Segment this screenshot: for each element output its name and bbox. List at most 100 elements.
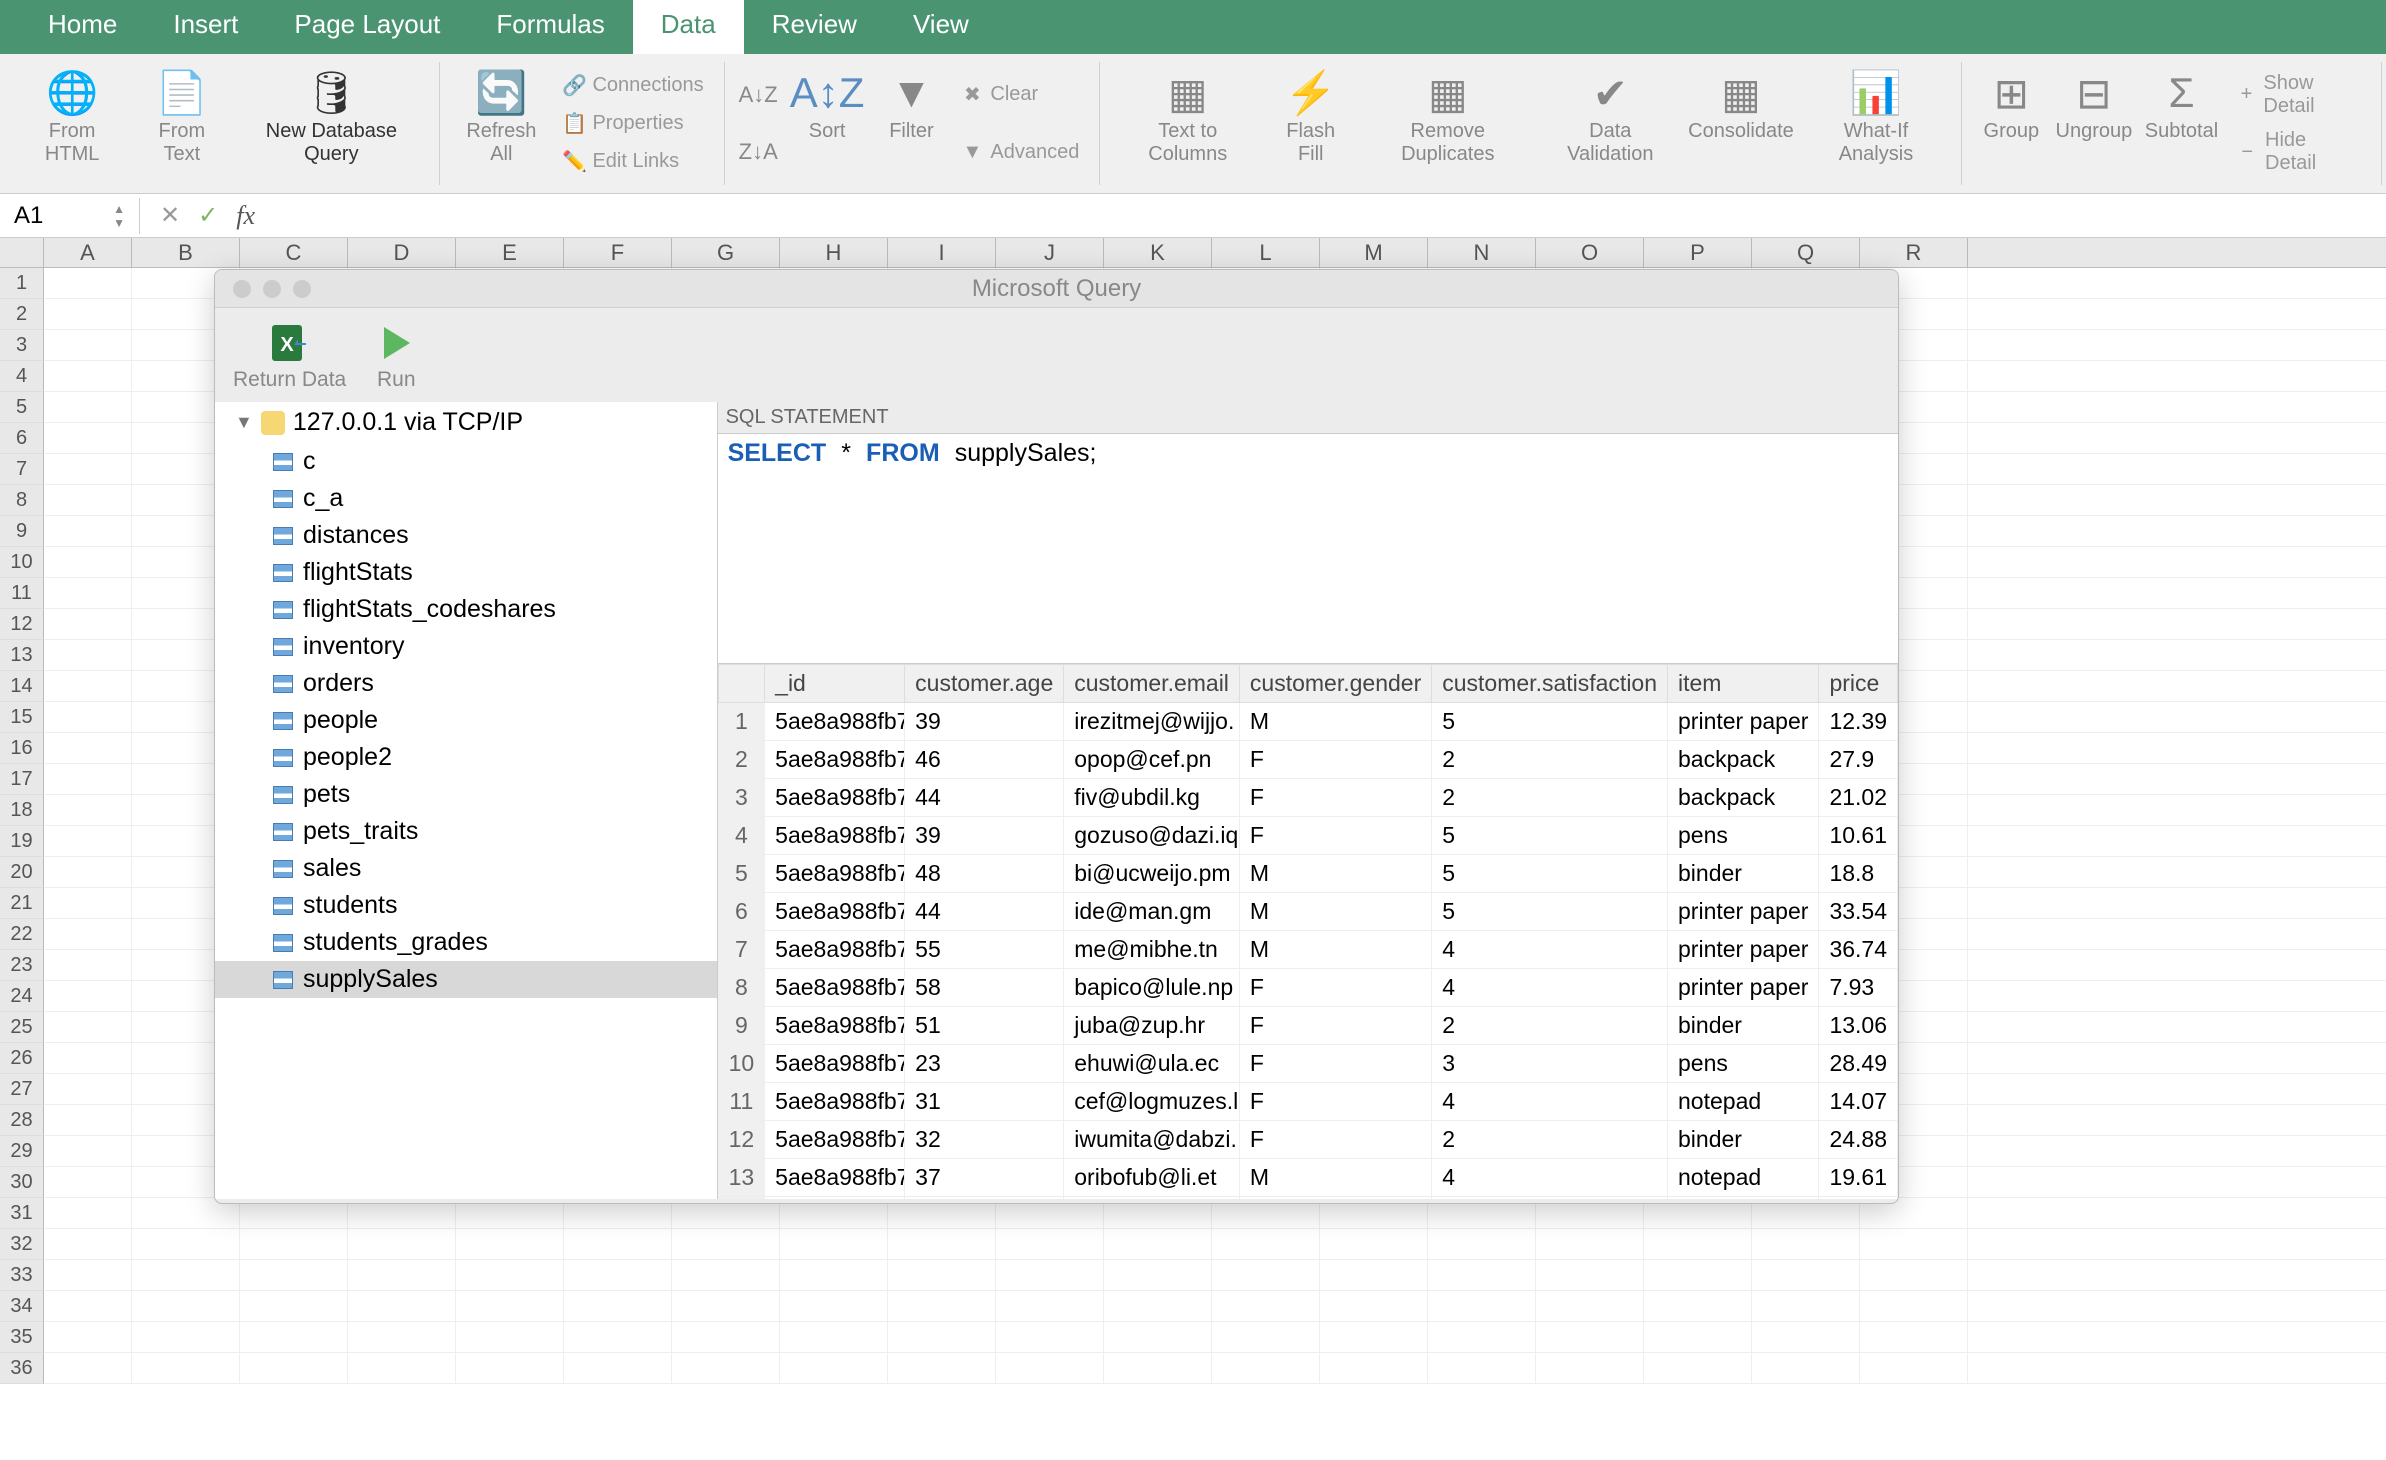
- db-table-item[interactable]: flightStats_codeshares: [215, 591, 717, 628]
- cell[interactable]: [672, 1291, 780, 1321]
- cell[interactable]: [44, 826, 132, 856]
- results-cell[interactable]: pens: [1668, 817, 1819, 855]
- db-table-item[interactable]: pets_traits: [215, 813, 717, 850]
- sort-desc-icon[interactable]: Z↓A: [739, 139, 778, 165]
- row-header[interactable]: 6: [0, 423, 44, 454]
- clear-button[interactable]: ✖Clear: [952, 79, 1087, 111]
- results-cell[interactable]: 2: [1432, 779, 1668, 817]
- cell[interactable]: [1212, 1353, 1320, 1383]
- tab-review[interactable]: Review: [744, 0, 885, 54]
- row-header[interactable]: 29: [0, 1136, 44, 1167]
- from-html-button[interactable]: 🌐From HTML: [16, 62, 128, 170]
- results-cell[interactable]: M: [1239, 1159, 1431, 1197]
- run-button[interactable]: Run: [376, 318, 416, 392]
- accept-icon[interactable]: ✓: [198, 201, 218, 230]
- results-row-number[interactable]: 12: [718, 1121, 765, 1159]
- column-header[interactable]: L: [1212, 238, 1320, 267]
- results-cell[interactable]: backpack: [1668, 779, 1819, 817]
- results-cell[interactable]: 2: [1432, 1007, 1668, 1045]
- results-cell[interactable]: notepad: [1668, 1159, 1819, 1197]
- cell[interactable]: [1860, 1260, 1968, 1290]
- results-cell[interactable]: printer paper: [1668, 969, 1819, 1007]
- edit-links-button[interactable]: ✏️Edit Links: [554, 146, 711, 178]
- results-cell[interactable]: 4: [1432, 931, 1668, 969]
- cell[interactable]: [1644, 1260, 1752, 1290]
- db-table-item[interactable]: people: [215, 702, 717, 739]
- cell[interactable]: [1212, 1322, 1320, 1352]
- cell[interactable]: [44, 733, 132, 763]
- cell[interactable]: [1428, 1322, 1536, 1352]
- results-cell[interactable]: 24.88: [1819, 1121, 1898, 1159]
- show-detail-button[interactable]: +Show Detail: [2227, 68, 2369, 122]
- cell[interactable]: [888, 1260, 996, 1290]
- results-cell[interactable]: bapico@lule.np: [1064, 969, 1240, 1007]
- results-cell[interactable]: iwumita@dabzi.: [1064, 1121, 1240, 1159]
- results-cell[interactable]: M: [1239, 855, 1431, 893]
- results-cell[interactable]: 5ae8a988fb72: [765, 1007, 905, 1045]
- remove-duplicates-button[interactable]: ▦Remove Duplicates: [1360, 62, 1535, 170]
- results-cell[interactable]: 18.8: [1819, 855, 1898, 893]
- column-header[interactable]: N: [1428, 238, 1536, 267]
- results-cell[interactable]: 19.61: [1819, 1159, 1898, 1197]
- row-header[interactable]: 5: [0, 392, 44, 423]
- cell[interactable]: [44, 1353, 132, 1383]
- results-cell[interactable]: F: [1239, 1083, 1431, 1121]
- results-column-header[interactable]: customer.age: [905, 665, 1064, 703]
- tab-home[interactable]: Home: [20, 0, 145, 54]
- cell[interactable]: [564, 1353, 672, 1383]
- db-table-item[interactable]: distances: [215, 517, 717, 554]
- results-cell[interactable]: juba@zup.hr: [1064, 1007, 1240, 1045]
- column-header[interactable]: R: [1860, 238, 1968, 267]
- cell[interactable]: [44, 764, 132, 794]
- results-cell[interactable]: 5ae8a988fb72: [765, 893, 905, 931]
- cell[interactable]: [44, 950, 132, 980]
- db-table-item[interactable]: inventory: [215, 628, 717, 665]
- results-cell[interactable]: kut@dij.lv: [1064, 1197, 1240, 1200]
- results-cell[interactable]: binder: [1668, 1007, 1819, 1045]
- cell[interactable]: [1536, 1322, 1644, 1352]
- results-cell[interactable]: 21.02: [1819, 779, 1898, 817]
- row-header[interactable]: 2: [0, 299, 44, 330]
- results-cell[interactable]: 5: [1432, 855, 1668, 893]
- cell[interactable]: [564, 1291, 672, 1321]
- results-cell[interactable]: gozuso@dazi.iq: [1064, 817, 1240, 855]
- cell[interactable]: [44, 423, 132, 453]
- column-header[interactable]: I: [888, 238, 996, 267]
- results-cell[interactable]: 12.39: [1819, 703, 1898, 741]
- cell[interactable]: [1104, 1291, 1212, 1321]
- row-header[interactable]: 31: [0, 1198, 44, 1229]
- row-header[interactable]: 23: [0, 950, 44, 981]
- results-column-header[interactable]: customer.email: [1064, 665, 1240, 703]
- query-title-bar[interactable]: Microsoft Query: [215, 270, 1898, 308]
- column-header[interactable]: O: [1536, 238, 1644, 267]
- results-cell[interactable]: 46: [905, 741, 1064, 779]
- cell[interactable]: [348, 1353, 456, 1383]
- results-cell[interactable]: 10.61: [1819, 817, 1898, 855]
- results-cell[interactable]: printer paper: [1668, 1197, 1819, 1200]
- results-row-number[interactable]: 9: [718, 1007, 765, 1045]
- results-cell[interactable]: me@mibhe.tn: [1064, 931, 1240, 969]
- chevron-down-icon[interactable]: ▼: [235, 412, 253, 433]
- column-header[interactable]: P: [1644, 238, 1752, 267]
- cell[interactable]: [1428, 1229, 1536, 1259]
- row-header[interactable]: 14: [0, 671, 44, 702]
- db-table-item[interactable]: flightStats: [215, 554, 717, 591]
- tab-data[interactable]: Data: [633, 0, 744, 54]
- cell[interactable]: [1104, 1353, 1212, 1383]
- column-header[interactable]: K: [1104, 238, 1212, 267]
- db-connection-root[interactable]: ▼ 127.0.0.1 via TCP/IP: [215, 402, 717, 443]
- cell[interactable]: [240, 1229, 348, 1259]
- cell[interactable]: [240, 1353, 348, 1383]
- results-row-number[interactable]: 3: [718, 779, 765, 817]
- cell[interactable]: [132, 1229, 240, 1259]
- results-grid[interactable]: _idcustomer.agecustomer.emailcustomer.ge…: [718, 664, 1898, 1199]
- cell[interactable]: [1536, 1260, 1644, 1290]
- row-header[interactable]: 17: [0, 764, 44, 795]
- cell[interactable]: [1644, 1229, 1752, 1259]
- results-column-header[interactable]: _id: [765, 665, 905, 703]
- sort-button[interactable]: A↕ZSort: [784, 62, 871, 147]
- results-cell[interactable]: 13.06: [1819, 1007, 1898, 1045]
- group-button[interactable]: ⊞Group: [1976, 62, 2046, 147]
- cell[interactable]: [1212, 1229, 1320, 1259]
- results-cell[interactable]: 5ae8a988fb72: [765, 741, 905, 779]
